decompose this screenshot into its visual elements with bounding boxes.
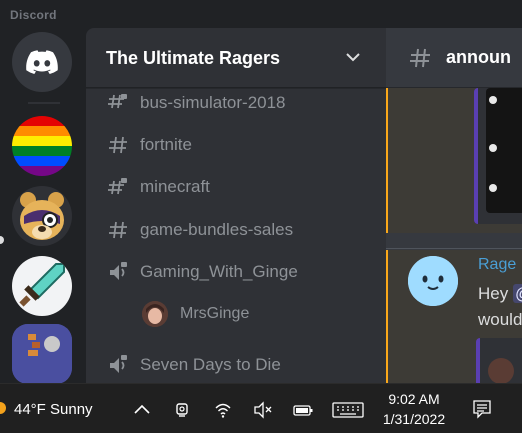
message-text-line: would (478, 310, 522, 329)
server-rainbow[interactable] (12, 116, 72, 176)
locked-text-channel-icon (106, 91, 130, 115)
voice-channel-seven-days-to-die[interactable]: Seven Days to Die (106, 350, 386, 380)
speaker-muted-icon[interactable] (253, 401, 273, 419)
discord-window: Discord The Ultimate Ragers bus-simulato… (0, 0, 522, 433)
weather-sun-icon (0, 402, 6, 414)
weather-widget[interactable]: 44°F Sunny (14, 401, 93, 418)
rainbow-flag-icon (12, 116, 72, 176)
channel-game-bundles-sales[interactable]: game-bundles-sales (106, 215, 386, 245)
channel-label: minecraft (140, 177, 210, 196)
channel-label: fortnite (140, 135, 192, 154)
server-sword[interactable] (12, 256, 72, 316)
message-embed (476, 338, 522, 383)
locked-voice-channel-icon (106, 353, 130, 377)
text-channel-icon (410, 48, 430, 68)
wifi-icon[interactable] (214, 401, 232, 419)
chevron-down-icon[interactable] (344, 48, 362, 66)
text-channel-icon (106, 133, 130, 157)
camera-icon[interactable] (174, 401, 192, 419)
message-embed (474, 88, 522, 224)
channel-bus-simulator-2018[interactable]: bus-simulator-2018 (106, 88, 386, 118)
voice-user-mrsginge[interactable]: MrsGinge (142, 299, 249, 329)
message-highlighted (386, 88, 522, 233)
message-text-line: Hey @ (478, 284, 522, 304)
server-bear[interactable] (12, 186, 72, 246)
voice-user-name: MrsGinge (180, 305, 250, 322)
avatar (488, 358, 514, 383)
keyboard-icon[interactable] (332, 401, 364, 419)
channel-sidebar: The Ultimate Ragers bus-simulator-2018 f… (86, 28, 386, 383)
rail-separator (28, 102, 60, 104)
channel-fortnite[interactable]: fortnite (106, 130, 386, 160)
discord-logo-icon (26, 50, 58, 74)
server-indicator-pill (0, 236, 4, 244)
message-mention: Rage Hey @ would (386, 250, 522, 383)
home-button[interactable] (12, 32, 72, 92)
server-name: The Ultimate Ragers (106, 48, 281, 68)
locked-text-channel-icon (106, 175, 130, 199)
clock-time: 9:02 AM (388, 391, 440, 407)
taskbar: 44°F Sunny 9:02 AM 1/31/2022 (0, 383, 522, 433)
avatar (142, 301, 168, 327)
thumbnail-dot (489, 96, 497, 104)
clock-date: 1/31/2022 (382, 411, 446, 427)
user-mention[interactable]: @ (512, 284, 522, 303)
channel-label: bus-simulator-2018 (140, 93, 286, 112)
thumbnail-dot (489, 144, 497, 152)
bear-avatar-icon (20, 192, 64, 240)
channel-label: Seven Days to Die (140, 355, 281, 374)
channel-label: game-bundles-sales (140, 220, 294, 239)
app-name: Discord (10, 8, 57, 22)
server-blue[interactable] (12, 324, 72, 384)
message-text: Hey (478, 284, 513, 303)
video-thumbnail[interactable] (486, 88, 522, 213)
message-author[interactable]: Rage (478, 256, 516, 274)
notification-center-icon[interactable] (472, 399, 492, 419)
server-rail (0, 28, 84, 384)
thumbnail-dot (489, 184, 497, 192)
clock[interactable]: 9:02 AM 1/31/2022 (372, 389, 456, 429)
chat-header: announ (386, 28, 522, 88)
chat-channel-name: announ (446, 47, 511, 67)
text-channel-icon (106, 218, 130, 242)
channel-label: Gaming_With_Ginge (140, 262, 298, 281)
server-header[interactable]: The Ultimate Ragers (86, 28, 386, 88)
voice-channel-gaming-with-ginge[interactable]: Gaming_With_Ginge (106, 257, 386, 287)
diamond-sword-icon (19, 263, 65, 307)
avatar[interactable] (408, 256, 458, 306)
message-divider (386, 248, 522, 249)
chat-area: announ Rage Hey @ (386, 28, 522, 383)
locked-voice-channel-icon (106, 260, 130, 284)
server-art-icon (12, 324, 72, 384)
chevron-up-icon[interactable] (133, 401, 151, 417)
channel-minecraft[interactable]: minecraft (106, 172, 386, 202)
battery-icon[interactable] (292, 401, 314, 419)
title-bar: Discord (0, 0, 522, 28)
